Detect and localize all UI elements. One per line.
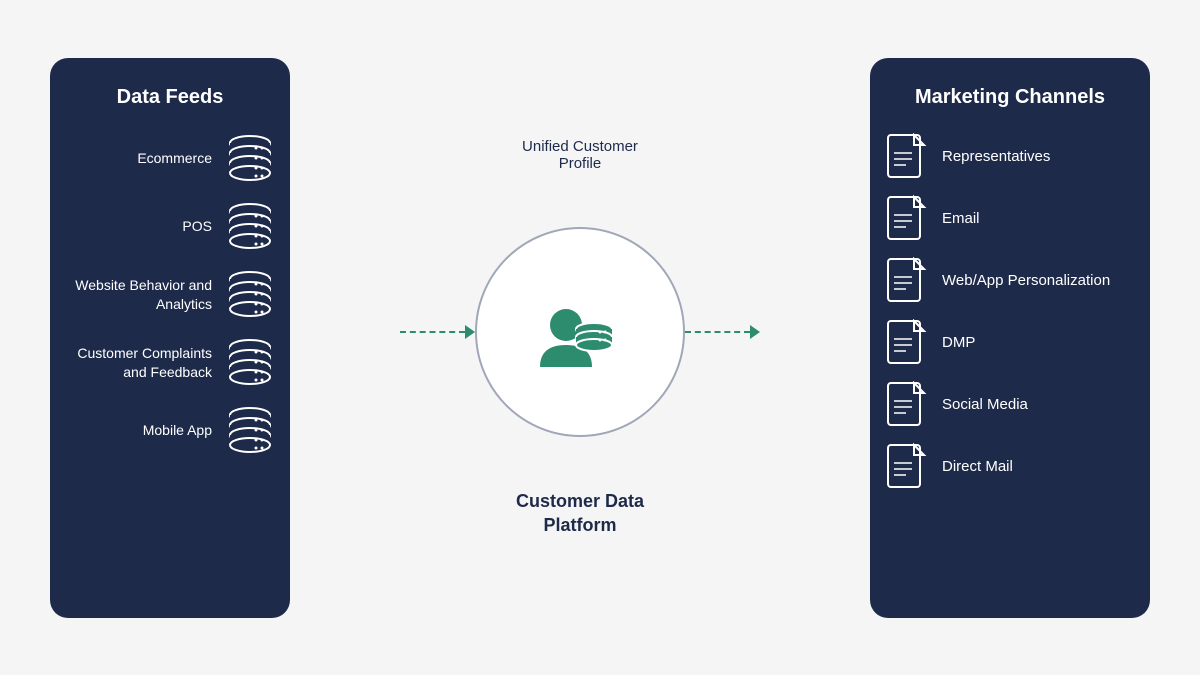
feed-item-complaints: Customer Complaints and Feedback: [66, 337, 274, 389]
channel-label-email: Email: [942, 209, 980, 229]
feed-label-website: Website Behavior and Analytics: [66, 276, 212, 312]
document-icon-representatives: [886, 133, 928, 181]
document-icon-social: [886, 381, 928, 429]
channel-item-email: Email: [886, 195, 1134, 243]
right-panel: Marketing Channels Representatives: [870, 58, 1150, 618]
left-panel: Data Feeds Ecommerce: [50, 58, 290, 618]
database-icon-website: [226, 269, 274, 321]
channel-item-webapp: Web/App Personalization: [886, 257, 1134, 305]
document-icon-webapp: [886, 257, 928, 305]
right-panel-title: Marketing Channels: [915, 86, 1105, 109]
left-panel-title: Data Feeds: [117, 86, 224, 109]
person-db-icon: [530, 277, 630, 387]
document-icon-dmp: [886, 319, 928, 367]
arrow-head-left: [465, 325, 475, 339]
feed-label-ecommerce: Ecommerce: [66, 149, 212, 167]
feed-item-website: Website Behavior and Analytics: [66, 269, 274, 321]
feed-label-complaints: Customer Complaints and Feedback: [66, 344, 212, 380]
channel-item-directmail: Direct Mail: [886, 443, 1134, 491]
database-icon-mobile: [226, 405, 274, 457]
bottom-label: Customer Data Platform: [516, 490, 644, 537]
unified-profile-circle: [475, 227, 685, 437]
circle-label: Unified Customer Profile: [522, 138, 638, 172]
channel-item-representatives: Representatives: [886, 133, 1134, 181]
document-icon-directmail: [886, 443, 928, 491]
channel-label-directmail: Direct Mail: [942, 457, 1013, 477]
feed-item-mobile: Mobile App: [66, 405, 274, 457]
dashed-line-left: [400, 331, 465, 333]
left-arrow: [400, 325, 475, 339]
arrow-head-right: [750, 325, 760, 339]
feed-item-pos: POS: [66, 201, 274, 253]
channel-label-webapp: Web/App Personalization: [942, 271, 1110, 291]
feed-label-mobile: Mobile App: [66, 421, 212, 439]
feed-label-pos: POS: [66, 217, 212, 235]
channel-item-social: Social Media: [886, 381, 1134, 429]
right-arrow: [685, 325, 760, 339]
channel-item-dmp: DMP: [886, 319, 1134, 367]
feed-item-ecommerce: Ecommerce: [66, 133, 274, 185]
channel-label-dmp: DMP: [942, 333, 975, 353]
channel-label-representatives: Representatives: [942, 147, 1050, 167]
document-icon-email: [886, 195, 928, 243]
database-icon-pos: [226, 201, 274, 253]
dashed-line-right: [685, 331, 750, 333]
center-section: Unified Customer Profile: [290, 138, 870, 537]
center-circle-wrapper: [400, 182, 760, 482]
channel-label-social: Social Media: [942, 395, 1028, 415]
diagram-container: Data Feeds Ecommerce: [50, 28, 1150, 648]
database-icon-ecommerce: [226, 133, 274, 185]
database-icon-complaints: [226, 337, 274, 389]
